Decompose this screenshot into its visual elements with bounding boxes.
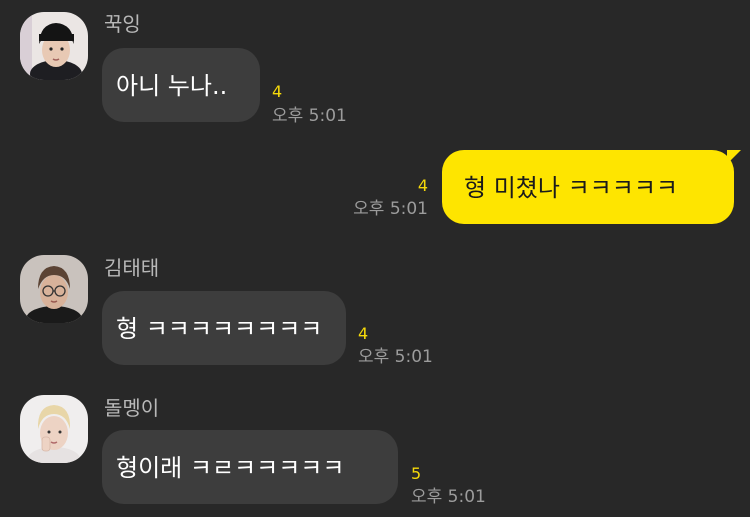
timestamp: 오후 5:01 [272,106,347,126]
unread-count: 4 [417,176,428,195]
avatar[interactable] [20,395,88,463]
chat-room: 꾹잉 아니 누나.. 4 오후 5:01 4 오후 5:01 형 미쳤나 ㅋㅋㅋ… [0,0,750,517]
message-bubble[interactable]: 아니 누나.. [102,48,260,122]
unread-count: 5 [411,464,422,483]
sender-name: 김태태 [104,256,160,280]
profile-photo [20,255,88,323]
my-message-bubble[interactable]: 형 미쳤나 ㅋㅋㅋㅋㅋ [442,150,741,224]
message-text: 아니 누나.. [116,72,228,100]
timestamp: 오후 5:01 [353,199,428,219]
sender-name: 돌멩이 [104,396,160,420]
message-text: 형 ㅋㅋㅋㅋㅋㅋㅋㅋ [116,315,323,343]
bubble-tail [727,150,741,164]
unread-count: 4 [358,324,369,343]
timestamp: 오후 5:01 [411,487,486,507]
profile-photo [20,12,88,80]
unread-count: 4 [272,82,283,101]
profile-photo [20,395,88,463]
timestamp: 오후 5:01 [358,347,433,367]
message-text: 형이래 ㅋㄹㅋㅋㅋㅋㅋ [116,454,345,482]
avatar[interactable] [20,12,88,80]
message-text: 형 미쳤나 ㅋㅋㅋㅋㅋ [464,174,678,202]
avatar[interactable] [20,255,88,323]
message-bubble[interactable]: 형 ㅋㅋㅋㅋㅋㅋㅋㅋ [102,291,346,365]
message-bubble[interactable]: 형이래 ㅋㄹㅋㅋㅋㅋㅋ [102,430,398,504]
sender-name: 꾹잉 [104,12,141,36]
